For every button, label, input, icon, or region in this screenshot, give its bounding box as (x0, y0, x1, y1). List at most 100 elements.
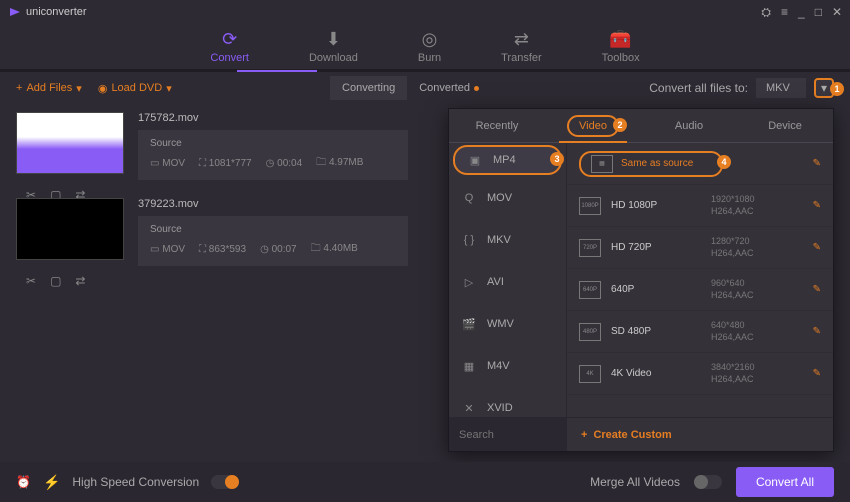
maximize-button[interactable]: □ (815, 5, 822, 19)
app-name: uniconverter (26, 6, 87, 18)
format-mkv[interactable]: { }MKV (449, 219, 566, 261)
preset-icon: 640P (579, 281, 601, 299)
title-bar: uniconverter ⛭ ≡ _ □ ✕ (0, 0, 850, 24)
output-format-select[interactable]: MKV (756, 78, 806, 98)
preset-row[interactable]: 4K 4K Video 3840*2160H264,AAC ✎ (567, 353, 833, 395)
format-mov[interactable]: QMOV (449, 177, 566, 219)
video-thumbnail[interactable] (16, 112, 124, 174)
edit-icon[interactable]: ✎ (813, 200, 821, 211)
format-avi[interactable]: ▷AVI (449, 261, 566, 303)
edit-icon[interactable]: ✎ (813, 242, 821, 253)
resolution-label: ⛶ 1081*777 (199, 158, 252, 169)
panel-tab-audio[interactable]: Audio (641, 109, 737, 142)
user-icon[interactable]: ⛭ (761, 5, 771, 20)
active-tab-underline (237, 70, 317, 72)
format-dropdown-button[interactable]: ▾1 (814, 78, 834, 98)
settings-icon[interactable]: ⇄ (75, 274, 85, 288)
alarm-icon[interactable]: ⏰ (16, 475, 31, 489)
tab-toolbox[interactable]: 🧰 Toolbox (602, 29, 640, 64)
app-logo: uniconverter (8, 5, 87, 19)
format-xvid[interactable]: ✕XVID (449, 387, 566, 417)
lightning-icon: ⚡ (43, 474, 60, 491)
create-custom-button[interactable]: + Create Custom (567, 429, 833, 441)
preset-icon: ▦ (591, 155, 613, 173)
search-input[interactable] (449, 418, 567, 451)
source-info: Source ▭ MOV ⛶ 863*593 ◷ 00:07 🗀 4.40MB (138, 216, 408, 266)
mov-icon: Q (461, 192, 477, 204)
callout-badge-3: 3 (550, 152, 564, 166)
seg-converting[interactable]: Converting (330, 76, 407, 100)
burn-icon: ◎ (422, 29, 438, 50)
size-label: 🗀 4.40MB (311, 241, 358, 258)
m4v-icon: ▦ (461, 360, 477, 373)
mp4-icon: ▣ (467, 154, 483, 167)
callout-badge-4: 4 (717, 155, 731, 169)
convert-icon: ⟳ (222, 29, 237, 50)
seg-converted[interactable]: Converted (407, 76, 491, 100)
trim-icon[interactable]: ✂ (26, 274, 36, 288)
duration-label: ◷ 00:04 (266, 158, 303, 169)
resolution-label: ⛶ 863*593 (199, 244, 246, 255)
main-tabs: ⟳ Convert ⬇ Download ◎ Burn ⇄ Transfer 🧰… (0, 24, 850, 72)
toolbar: + Add Files ▾ ◉ Load DVD ▾ Converting Co… (0, 72, 850, 104)
edit-icon[interactable]: ✎ (813, 284, 821, 295)
tab-transfer[interactable]: ⇄ Transfer (501, 29, 542, 64)
toolbox-icon: 🧰 (609, 29, 631, 50)
preset-icon: 1080P (579, 197, 601, 215)
transfer-icon: ⇄ (514, 29, 529, 50)
download-icon: ⬇ (326, 29, 341, 50)
close-button[interactable]: ✕ (832, 5, 842, 19)
callout-badge-1: 1 (830, 82, 844, 96)
preset-row[interactable]: 480P SD 480P 640*480H264,AAC ✎ (567, 311, 833, 353)
bottom-bar: ⏰ ⚡ High Speed Conversion Merge All Vide… (0, 462, 850, 502)
preset-same-as-source[interactable]: ▦ Same as source 4 ✎ (567, 143, 833, 185)
logo-icon (8, 5, 22, 19)
tab-convert[interactable]: ⟳ Convert (210, 29, 249, 64)
preset-list: ▦ Same as source 4 ✎ 1080P HD 1080P 1920… (567, 143, 833, 417)
mkv-icon: { } (461, 234, 477, 246)
merge-label: Merge All Videos (590, 475, 680, 489)
video-thumbnail[interactable] (16, 198, 124, 260)
convert-all-button[interactable]: Convert All (736, 467, 834, 497)
preset-row[interactable]: 1080P HD 1080P 1920*1080H264,AAC ✎ (567, 185, 833, 227)
panel-tab-device[interactable]: Device (737, 109, 833, 142)
merge-toggle[interactable] (694, 475, 722, 489)
format-list: ▣ MP4 3 QMOV { }MKV ▷AVI 🎬WMV ▦M4V ✕XVID… (449, 143, 567, 417)
format-mp4[interactable]: ▣ MP4 3 (453, 145, 562, 175)
preset-row[interactable]: 720P HD 720P 1280*720H264,AAC ✎ (567, 227, 833, 269)
tab-burn[interactable]: ◎ Burn (418, 29, 441, 64)
xvid-icon: ✕ (461, 402, 477, 415)
source-info: Source ▭ MOV ⛶ 1081*777 ◷ 00:04 🗀 4.97MB (138, 130, 408, 180)
crop-icon[interactable]: ▢ (50, 274, 61, 288)
container-label: ▭ MOV (150, 158, 185, 169)
format-panel: Recently Video2 Audio Device ▣ MP4 3 QMO… (448, 108, 834, 452)
menu-icon[interactable]: ≡ (781, 5, 788, 19)
add-files-button[interactable]: + Add Files ▾ (16, 82, 82, 95)
panel-tab-video[interactable]: Video2 (545, 109, 641, 142)
panel-footer: + Create Custom (449, 417, 833, 451)
preset-row[interactable]: 640P 640P 960*640H264,AAC ✎ (567, 269, 833, 311)
panel-tab-recently[interactable]: Recently (449, 109, 545, 142)
format-wmv[interactable]: 🎬WMV (449, 303, 566, 345)
notification-dot (474, 86, 479, 91)
edit-icon[interactable]: ✎ (813, 326, 821, 337)
edit-icon[interactable]: ✎ (813, 368, 821, 379)
panel-tabs: Recently Video2 Audio Device (449, 109, 833, 143)
high-speed-toggle[interactable] (211, 475, 239, 489)
convert-all-label: Convert all files to: (649, 81, 748, 95)
avi-icon: ▷ (461, 276, 477, 289)
duration-label: ◷ 00:07 (260, 244, 297, 255)
preset-icon: 4K (579, 365, 601, 383)
tab-download[interactable]: ⬇ Download (309, 29, 358, 64)
container-label: ▭ MOV (150, 244, 185, 255)
preset-icon: 720P (579, 239, 601, 257)
high-speed-label: High Speed Conversion (72, 475, 199, 489)
preset-icon: 480P (579, 323, 601, 341)
edit-icon[interactable]: ✎ (813, 158, 821, 169)
callout-badge-2: 2 (613, 118, 627, 132)
load-dvd-button[interactable]: ◉ Load DVD ▾ (98, 82, 172, 95)
wmv-icon: 🎬 (461, 318, 477, 331)
size-label: 🗀 4.97MB (316, 155, 363, 172)
minimize-button[interactable]: _ (798, 5, 805, 19)
format-m4v[interactable]: ▦M4V (449, 345, 566, 387)
